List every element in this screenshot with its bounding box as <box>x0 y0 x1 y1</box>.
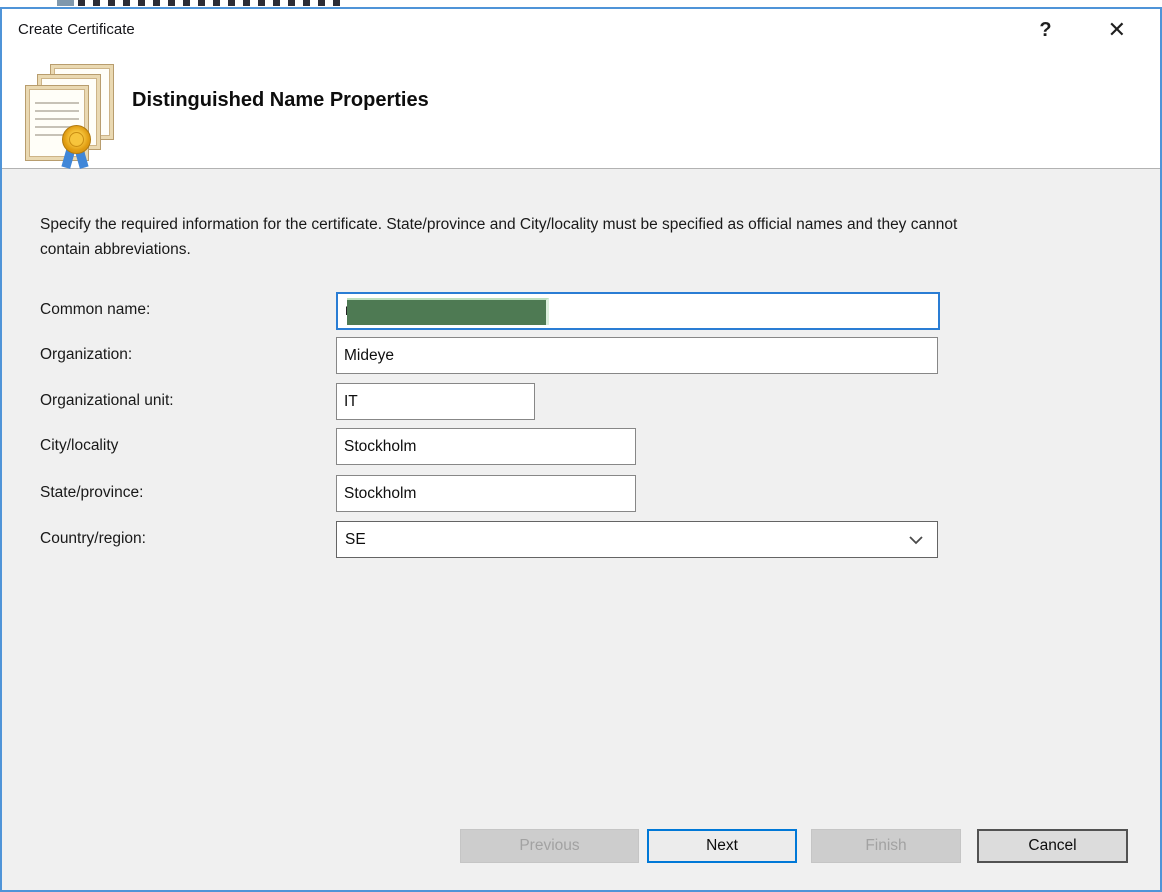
state-province-input[interactable] <box>336 475 636 512</box>
dialog-header: Create Certificate ? ✕ Distinguished Nam… <box>2 9 1160 169</box>
city-locality-label: City/locality <box>40 437 118 455</box>
cancel-button[interactable]: Cancel <box>977 829 1128 863</box>
organization-input[interactable] <box>336 337 938 374</box>
country-region-label: Country/region: <box>40 530 146 548</box>
gold-seal-icon <box>62 125 91 154</box>
chevron-down-icon <box>907 532 925 548</box>
state-province-label: State/province: <box>40 484 143 502</box>
organization-label: Organization: <box>40 346 132 364</box>
certificates-icon <box>25 64 113 166</box>
finish-button: Finish <box>811 829 961 863</box>
close-icon[interactable]: ✕ <box>1104 17 1130 43</box>
city-locality-input[interactable] <box>336 428 636 465</box>
background-window-text-fragment <box>78 0 344 6</box>
titlebar-controls: ? ✕ <box>1033 17 1130 43</box>
page-title: Distinguished Name Properties <box>132 89 429 112</box>
organizational-unit-input[interactable] <box>336 383 535 420</box>
background-window-fragment <box>57 0 74 6</box>
country-region-select[interactable]: SE <box>336 521 938 558</box>
common-name-label: Common name: <box>40 301 150 319</box>
create-certificate-dialog: Create Certificate ? ✕ Distinguished Nam… <box>0 7 1162 892</box>
organizational-unit-label: Organizational unit: <box>40 392 174 410</box>
redaction-overlay <box>347 298 549 325</box>
country-region-value: SE <box>345 531 366 549</box>
previous-button: Previous <box>460 829 639 863</box>
help-icon[interactable]: ? <box>1033 19 1057 42</box>
instructions-text: Specify the required information for the… <box>40 212 992 262</box>
screen: Create Certificate ? ✕ Distinguished Nam… <box>0 0 1162 892</box>
background-window-sliver <box>0 0 1162 7</box>
dialog-title: Create Certificate <box>18 21 135 38</box>
next-button[interactable]: Next <box>647 829 797 863</box>
